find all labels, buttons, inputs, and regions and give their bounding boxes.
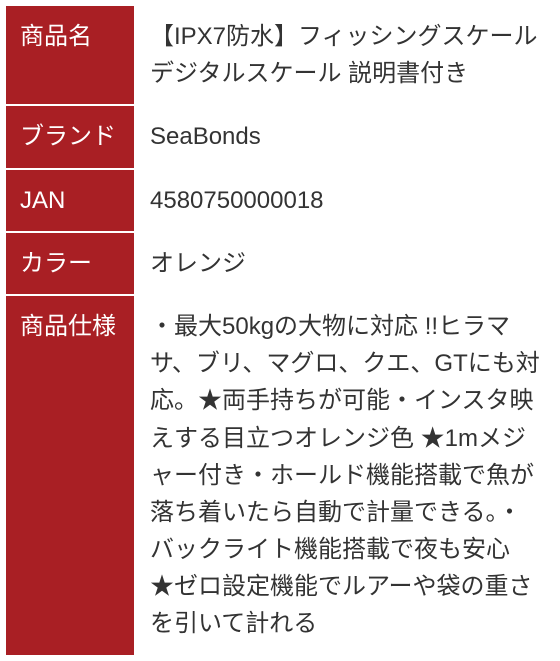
row-label-jan: JAN <box>5 169 135 232</box>
product-spec-table: 商品名 【IPX7防水】フィッシングスケール デジタルスケール 説明書付き ブラ… <box>4 4 556 657</box>
row-label-color: カラー <box>5 232 135 295</box>
table-row: JAN 4580750000018 <box>5 169 555 232</box>
row-label-brand: ブランド <box>5 105 135 168</box>
table-row: カラー オレンジ <box>5 232 555 295</box>
row-value-product-name: 【IPX7防水】フィッシングスケール デジタルスケール 説明書付き <box>135 5 555 105</box>
table-row: 商品仕様 ・最大50kgの大物に対応 !!ヒラマサ、ブリ、マグロ、クエ、GTにも… <box>5 295 555 656</box>
row-value-spec: ・最大50kgの大物に対応 !!ヒラマサ、ブリ、マグロ、クエ、GTにも対応。★両… <box>135 295 555 656</box>
table-row: ブランド SeaBonds <box>5 105 555 168</box>
row-label-spec: 商品仕様 <box>5 295 135 656</box>
row-label-product-name: 商品名 <box>5 5 135 105</box>
row-value-brand: SeaBonds <box>135 105 555 168</box>
row-value-color: オレンジ <box>135 232 555 295</box>
table-row: 商品名 【IPX7防水】フィッシングスケール デジタルスケール 説明書付き <box>5 5 555 105</box>
row-value-jan: 4580750000018 <box>135 169 555 232</box>
